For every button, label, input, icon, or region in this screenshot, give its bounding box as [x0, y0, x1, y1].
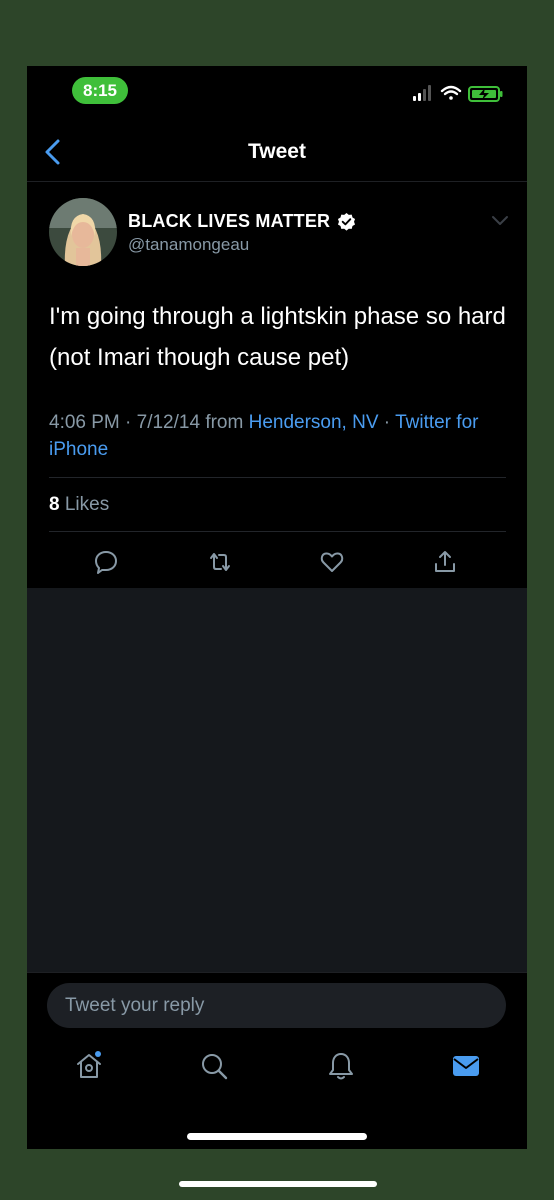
battery-charging-icon — [468, 86, 503, 102]
from-label: from — [200, 412, 249, 433]
like-icon[interactable] — [319, 549, 345, 575]
location-link[interactable]: Henderson, NV — [249, 412, 379, 433]
signal-icon — [413, 85, 431, 101]
verified-badge-icon — [338, 212, 356, 231]
tweet-text: I'm going through a lightskin phase so h… — [49, 303, 506, 371]
avatar[interactable] — [49, 198, 117, 266]
status-time: 8:15 — [72, 77, 128, 104]
bottom-bar — [27, 972, 527, 1149]
outer-home-indicator — [179, 1181, 377, 1187]
status-bar: 8:15 — [27, 66, 527, 118]
share-icon[interactable] — [432, 549, 458, 575]
nav-bar: Tweet — [27, 118, 527, 182]
page-title: Tweet — [248, 140, 306, 163]
likes-label: Likes — [59, 494, 110, 515]
replies-area — [27, 588, 527, 972]
tweet-actions — [27, 541, 527, 585]
retweet-icon[interactable] — [207, 549, 233, 575]
author-name-row: BLACK LIVES MATTER — [128, 208, 356, 234]
wifi-icon — [440, 85, 462, 100]
meta-separator: · — [378, 412, 396, 433]
reply-input[interactable] — [47, 983, 506, 1028]
likes-number: 8 — [49, 494, 60, 515]
chevron-down-icon[interactable] — [491, 213, 509, 227]
likes-count[interactable]: 8 Likes — [49, 494, 109, 516]
home-icon[interactable] — [74, 1051, 104, 1081]
handle[interactable]: @tanamongeau — [128, 235, 249, 255]
status-icons — [413, 85, 503, 102]
phone-screen: 8:15 Tweet BLACK LIVES MATTER @tanamonge… — [27, 66, 527, 1149]
tweet-meta: 4:06 PM · 7/12/14 from Henderson, NV · T… — [49, 409, 509, 463]
tweet-timestamp: 4:06 PM · 7/12/14 — [49, 412, 201, 433]
search-icon[interactable] — [199, 1051, 229, 1081]
tweet: BLACK LIVES MATTER @tanamongeau I'm goin… — [27, 183, 527, 588]
home-indicator — [187, 1133, 367, 1140]
divider — [49, 531, 506, 532]
messages-icon[interactable] — [451, 1051, 481, 1081]
divider — [49, 477, 506, 478]
reply-icon[interactable] — [93, 549, 119, 575]
notifications-icon[interactable] — [326, 1051, 356, 1081]
display-name[interactable]: BLACK LIVES MATTER — [128, 211, 330, 232]
